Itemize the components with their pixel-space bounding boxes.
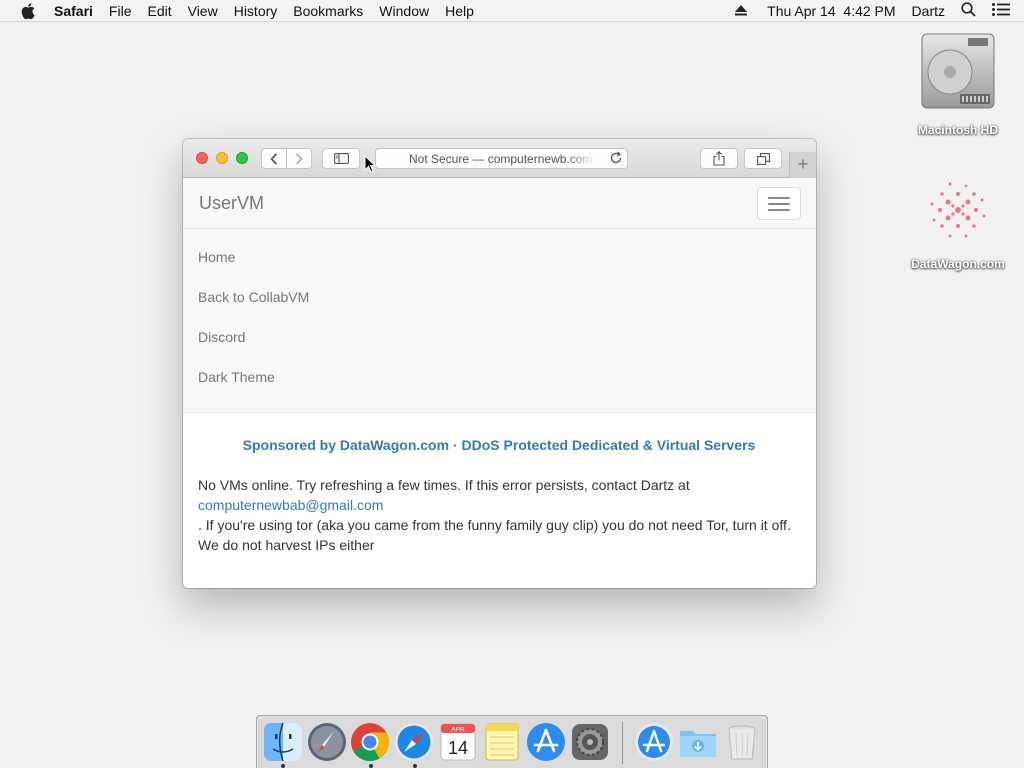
url-text: Not Secure — computernewb.com xyxy=(409,151,593,166)
safari-icon[interactable] xyxy=(393,721,435,763)
macintosh-hd-label: Macintosh HD xyxy=(917,123,998,137)
finder-running-indicator xyxy=(281,764,285,768)
menu-edit[interactable]: Edit xyxy=(139,0,179,22)
chevron-left-icon xyxy=(270,152,278,165)
navbar-toggle-button[interactable] xyxy=(757,187,801,220)
trash-icon[interactable] xyxy=(721,721,763,763)
eject-icon[interactable] xyxy=(735,3,748,19)
safari-window: Not Secure — computernewb.com + UserVM H… xyxy=(183,139,816,588)
system-preferences-icon[interactable] xyxy=(569,721,611,763)
back-button[interactable] xyxy=(261,148,287,169)
datawagon-logo-icon xyxy=(930,182,986,238)
menubar-clock[interactable]: Thu Apr 14 4:42 PM xyxy=(767,3,895,19)
forward-button[interactable] xyxy=(286,148,312,169)
app-store-download-icon[interactable] xyxy=(633,721,675,763)
share-icon xyxy=(713,151,725,166)
minimize-button[interactable] xyxy=(216,152,228,164)
chevron-right-icon xyxy=(295,152,303,165)
site-brand[interactable]: UserVM xyxy=(199,193,264,214)
desktop-icon-macintosh-hd[interactable]: Macintosh HD xyxy=(903,32,1013,137)
hard-drive-icon xyxy=(921,33,995,109)
message-after: . If you're using tor (aka you came from… xyxy=(198,517,791,553)
calendar-day: 14 xyxy=(448,738,468,758)
datawagon-label: DataWagon.com xyxy=(911,257,1005,271)
sponsor-link[interactable]: Sponsored by DataWagon.com · DDoS Protec… xyxy=(198,435,800,455)
menu-app-name[interactable]: Safari xyxy=(54,0,101,22)
hamburger-bar xyxy=(768,208,790,211)
menu-window[interactable]: Window xyxy=(371,0,437,22)
apple-menu-icon[interactable] xyxy=(21,2,35,19)
calendar-month: APR xyxy=(451,727,465,734)
chrome-icon[interactable] xyxy=(349,721,391,763)
nav-link-home[interactable]: Home xyxy=(183,237,816,277)
close-button[interactable] xyxy=(196,152,208,164)
chrome-running-indicator xyxy=(369,764,373,768)
menu-view[interactable]: View xyxy=(180,0,226,22)
new-tab-button[interactable]: + xyxy=(789,152,816,178)
notes-icon[interactable] xyxy=(481,721,523,763)
sidebar-toggle-button[interactable] xyxy=(322,148,360,169)
reload-icon[interactable] xyxy=(609,151,623,168)
status-message: No VMs online. Try refreshing a few time… xyxy=(198,475,800,555)
page-content: Sponsored by DataWagon.com · DDoS Protec… xyxy=(183,413,816,555)
safari-running-indicator xyxy=(413,764,417,768)
launchpad-icon[interactable] xyxy=(306,721,348,763)
sidebar-icon xyxy=(333,153,349,164)
hamburger-bar xyxy=(768,202,790,205)
contact-email-link[interactable]: computernewbab@gmail.com xyxy=(198,495,800,515)
menu-help[interactable]: Help xyxy=(437,0,482,22)
tab-overview-button[interactable] xyxy=(744,148,782,169)
tabs-icon xyxy=(756,152,770,165)
site-navbar: UserVM xyxy=(183,178,816,229)
menu-bar: Safari File Edit View History Bookmarks … xyxy=(0,0,1024,22)
hamburger-bar xyxy=(768,196,790,199)
desktop-icon-datawagon[interactable]: DataWagon.com xyxy=(903,174,1013,271)
nav-link-dark-theme[interactable]: Dark Theme xyxy=(183,357,816,397)
menu-history[interactable]: History xyxy=(226,0,286,22)
menu-bookmarks[interactable]: Bookmarks xyxy=(285,0,371,22)
calendar-icon[interactable]: APR 14 xyxy=(437,721,479,763)
address-bar[interactable]: Not Secure — computernewb.com xyxy=(375,148,628,169)
dock-separator xyxy=(622,722,623,764)
nav-link-back-to-collabvm[interactable]: Back to CollabVM xyxy=(183,277,816,317)
menu-file[interactable]: File xyxy=(101,0,140,22)
spotlight-search-icon[interactable] xyxy=(961,1,976,20)
dock: APR 14 xyxy=(256,715,768,768)
share-button[interactable] xyxy=(700,148,738,169)
site-nav-menu: Home Back to CollabVM Discord Dark Theme xyxy=(183,229,816,413)
nav-link-discord[interactable]: Discord xyxy=(183,317,816,357)
finder-icon[interactable] xyxy=(262,721,304,763)
app-store-icon[interactable] xyxy=(525,721,567,763)
message-before: No VMs online. Try refreshing a few time… xyxy=(198,477,690,493)
notification-center-icon[interactable] xyxy=(992,2,1010,19)
mouse-cursor-icon xyxy=(364,155,376,173)
maximize-button[interactable] xyxy=(236,152,248,164)
safari-toolbar: Not Secure — computernewb.com + xyxy=(183,139,816,178)
menubar-user[interactable]: Dartz xyxy=(912,3,945,19)
downloads-folder-icon[interactable] xyxy=(677,721,719,763)
